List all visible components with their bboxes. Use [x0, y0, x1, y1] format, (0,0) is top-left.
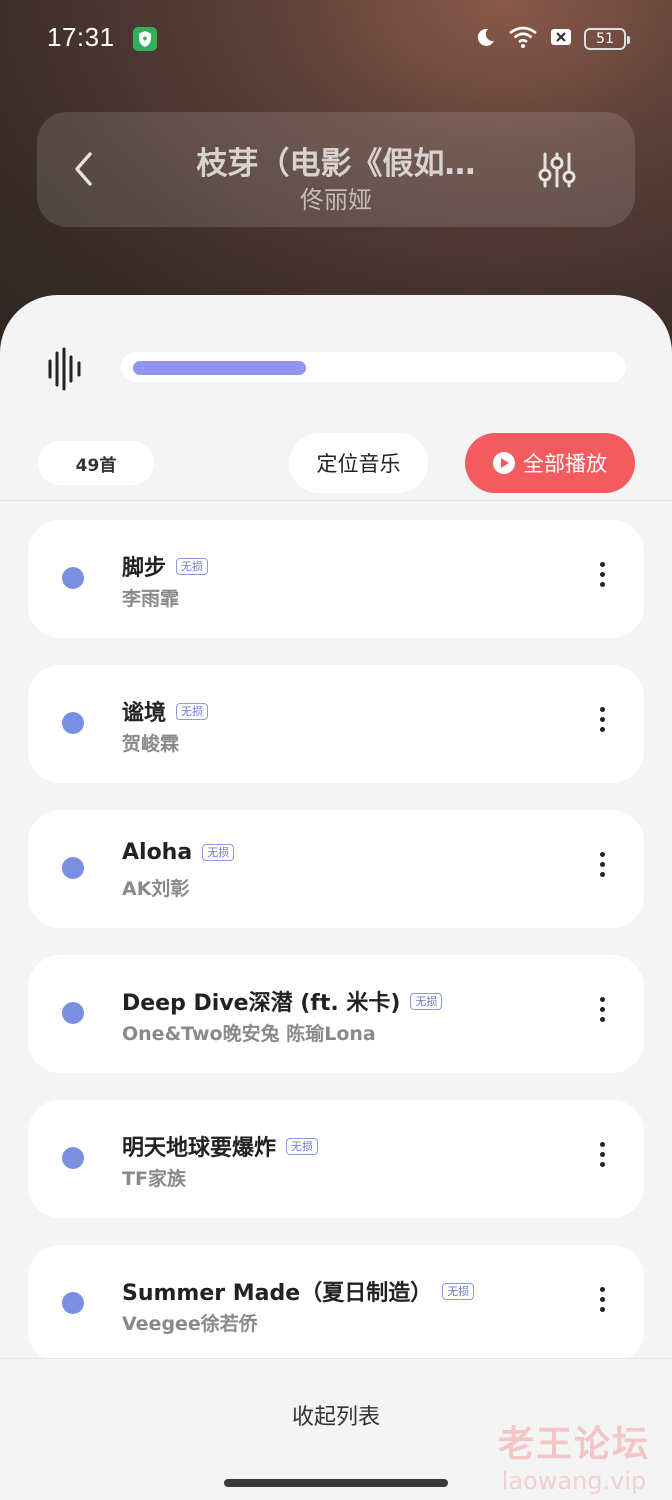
playback-progress-bar[interactable]: [121, 352, 626, 382]
song-count-badge: 49首: [38, 441, 154, 485]
song-title: Aloha: [122, 840, 193, 865]
list-item[interactable]: Aloha 无损 AK刘彰: [28, 810, 644, 928]
more-options-icon[interactable]: [598, 997, 606, 1027]
song-artist: TF家族: [122, 1168, 186, 1190]
lossless-badge: 无损: [176, 557, 209, 575]
more-options-icon[interactable]: [598, 1142, 606, 1172]
locate-music-button[interactable]: 定位音乐: [289, 433, 428, 493]
song-artist: One&Two晚安兔 陈瑜Lona: [122, 1023, 376, 1045]
equalizer-button[interactable]: [535, 148, 579, 192]
song-artist: Veegee徐若侨: [122, 1313, 258, 1335]
status-bar: 17:31 51: [0, 0, 672, 78]
close-box-icon: [550, 27, 572, 51]
lossless-badge: 无损: [176, 702, 209, 720]
play-all-button[interactable]: 全部播放: [465, 433, 635, 493]
now-playing-artist: 佟丽娅: [300, 186, 372, 214]
list-item[interactable]: Deep Dive深潜 (ft. 米卡) 无损 One&Two晚安兔 陈瑜Lon…: [28, 955, 644, 1073]
play-circle-icon: [493, 452, 515, 474]
now-playing-title: 枝芽（电影《假如…: [196, 146, 476, 182]
track-dot-icon: [62, 712, 84, 734]
status-time: 17:31: [47, 22, 115, 52]
progress-fill: [133, 361, 306, 375]
list-item[interactable]: 脚步 无损 李雨霏: [28, 520, 644, 638]
bottom-bar: 收起列表 老王论坛 laowang.vip: [0, 1358, 672, 1500]
home-indicator[interactable]: [224, 1479, 448, 1487]
watermark-en: laowang.vip: [501, 1467, 647, 1495]
more-options-icon[interactable]: [598, 852, 606, 882]
more-options-icon[interactable]: [598, 707, 606, 737]
list-item[interactable]: 谧境 无损 贺峻霖: [28, 665, 644, 783]
list-item[interactable]: Summer Made（夏日制造） 无损 Veegee徐若侨: [28, 1245, 644, 1363]
track-dot-icon: [62, 857, 84, 879]
song-artist: 贺峻霖: [122, 733, 180, 755]
shield-icon: [133, 27, 157, 51]
watermark-cn: 老王论坛: [497, 1424, 650, 1465]
song-title: 谧境: [122, 701, 167, 726]
track-dot-icon: [62, 1147, 84, 1169]
moon-icon: [474, 26, 496, 52]
song-title: Summer Made（夏日制造）: [122, 1281, 433, 1306]
song-title: 脚步: [122, 556, 167, 581]
now-playing-header: 枝芽（电影《假如… 佟丽娅: [37, 112, 635, 227]
equalizer-icon: [538, 152, 576, 188]
playlist-sheet: 49首 定位音乐 全部播放 脚步 无损 李雨霏 谧境 无损 贺峻霖 Aloha …: [0, 295, 672, 1500]
song-title: 明天地球要爆炸: [122, 1136, 277, 1161]
play-all-label: 全部播放: [523, 452, 607, 476]
track-dot-icon: [62, 567, 84, 589]
track-dot-icon: [62, 1002, 84, 1024]
divider: [0, 500, 672, 501]
lossless-badge: 无损: [202, 844, 235, 861]
chevron-left-icon: [75, 152, 92, 186]
song-artist: 李雨霏: [122, 588, 180, 610]
battery-level: 51: [596, 31, 614, 47]
battery-icon: 51: [584, 28, 630, 50]
song-artist: AK刘彰: [122, 878, 190, 900]
list-item[interactable]: 明天地球要爆炸 无损 TF家族: [28, 1100, 644, 1218]
back-button[interactable]: [63, 146, 103, 192]
more-options-icon[interactable]: [598, 1287, 606, 1317]
wifi-icon: [508, 25, 538, 53]
more-options-icon[interactable]: [598, 562, 606, 592]
lossless-badge: 无损: [410, 992, 443, 1010]
lossless-badge: 无损: [442, 1282, 475, 1300]
song-title: Deep Dive深潜 (ft. 米卡): [122, 991, 401, 1016]
lossless-badge: 无损: [286, 1137, 319, 1155]
waveform-icon[interactable]: [46, 347, 84, 391]
track-dot-icon: [62, 1292, 84, 1314]
watermark: 老王论坛 laowang.vip: [498, 1415, 650, 1495]
